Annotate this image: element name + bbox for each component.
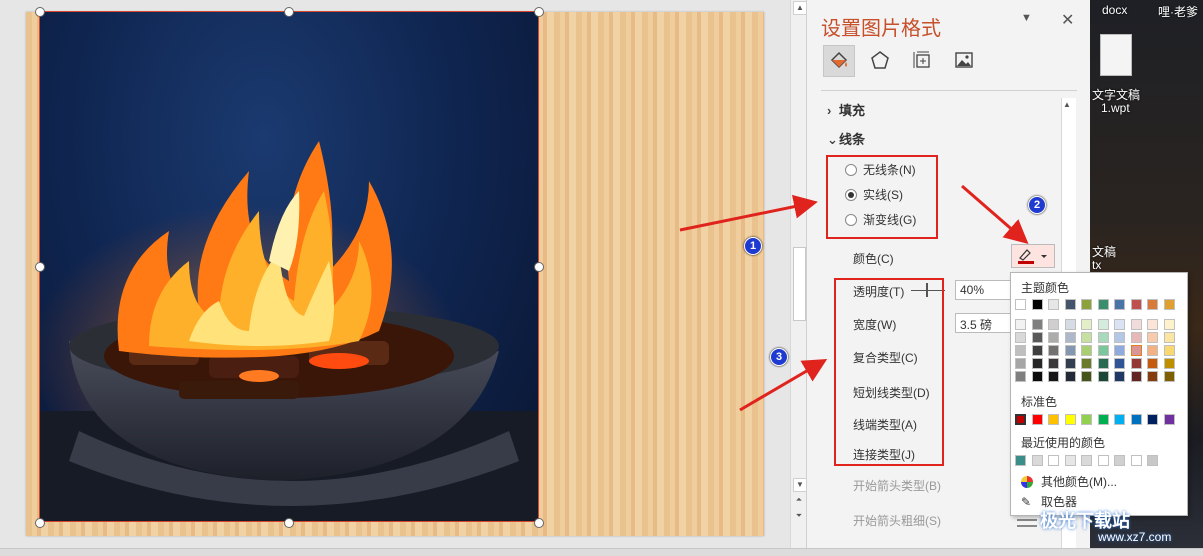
arrow-to-line-properties [739, 358, 828, 412]
theme-shade-swatch[interactable] [1097, 358, 1109, 369]
recent-color-swatch[interactable] [1031, 455, 1043, 466]
theme-shade-swatch[interactable] [1031, 371, 1043, 382]
theme-shade-swatch[interactable] [1097, 319, 1109, 330]
theme-shade-swatch[interactable] [1064, 332, 1076, 343]
desktop-file-label: 1.wpt [1101, 101, 1130, 115]
standard-color-swatch[interactable] [1064, 414, 1076, 425]
theme-shade-swatch[interactable] [1081, 345, 1092, 356]
theme-shade-swatch[interactable] [1147, 345, 1158, 356]
recent-color-swatch[interactable] [1048, 455, 1059, 466]
theme-shade-swatch[interactable] [1097, 371, 1109, 382]
theme-shade-swatch[interactable] [1064, 358, 1076, 369]
theme-shade-swatch[interactable] [1130, 332, 1142, 343]
desktop-label-docx: docx [1102, 3, 1128, 17]
theme-shade-swatch[interactable] [1114, 332, 1125, 343]
theme-shade-swatch[interactable] [1015, 371, 1026, 382]
theme-shade-swatch[interactable] [1097, 345, 1109, 356]
recent-color-swatch[interactable] [1015, 455, 1026, 466]
theme-shade-swatch[interactable] [1031, 332, 1043, 343]
theme-color-swatch[interactable] [1064, 299, 1076, 310]
recent-color-swatch[interactable] [1064, 455, 1076, 466]
color-wheel-icon [1021, 475, 1033, 488]
more-colors-item[interactable]: 其他颜色(M)... [1021, 473, 1117, 490]
theme-color-swatch[interactable] [1031, 299, 1043, 310]
theme-color-swatch[interactable] [1147, 299, 1158, 310]
standard-color-swatch[interactable] [1163, 414, 1175, 425]
theme-shade-swatch[interactable] [1163, 371, 1175, 382]
standard-colors-title: 标准色 [1021, 395, 1058, 409]
recent-colors-title: 最近使用的颜色 [1021, 436, 1106, 450]
recent-color-swatch[interactable] [1147, 455, 1158, 466]
theme-shade-swatch[interactable] [1064, 371, 1076, 382]
theme-shade-swatch[interactable] [1147, 358, 1158, 369]
theme-shade-swatch[interactable] [1114, 371, 1125, 382]
theme-color-swatch[interactable] [1015, 299, 1026, 310]
theme-shade-swatch[interactable] [1015, 358, 1026, 369]
theme-shade-swatch[interactable] [1114, 345, 1125, 356]
standard-color-swatch[interactable] [1015, 414, 1026, 425]
arrow-to-color-button [961, 184, 1029, 244]
step-badge-2: 2 [1028, 196, 1046, 214]
theme-shade-swatch[interactable] [1031, 358, 1043, 369]
step-badge-3: 3 [770, 348, 788, 366]
theme-shade-swatch[interactable] [1081, 319, 1092, 330]
theme-shade-swatch[interactable] [1163, 332, 1175, 343]
theme-color-swatch[interactable] [1081, 299, 1092, 310]
theme-shade-swatch[interactable] [1147, 371, 1158, 382]
theme-shade-swatch[interactable] [1130, 371, 1142, 382]
theme-shade-swatch[interactable] [1114, 358, 1125, 369]
theme-shade-swatch[interactable] [1015, 332, 1026, 343]
recent-color-swatch[interactable] [1081, 455, 1092, 466]
color-picker-popup: 主题颜色 标准色 最近使用的颜色 其他颜色(M)... ✎ 取色器 [1010, 272, 1188, 516]
theme-shade-swatch[interactable] [1048, 371, 1059, 382]
eyedropper-icon: ✎ [1021, 494, 1032, 509]
theme-shade-swatch[interactable] [1130, 319, 1142, 330]
document-file-icon[interactable] [1100, 34, 1132, 76]
theme-color-swatch[interactable] [1097, 299, 1109, 310]
standard-color-swatch[interactable] [1114, 414, 1125, 425]
recent-color-swatch[interactable] [1114, 455, 1125, 466]
theme-shade-swatch[interactable] [1031, 319, 1043, 330]
theme-shade-swatch[interactable] [1130, 358, 1142, 369]
theme-shade-swatch[interactable] [1048, 358, 1059, 369]
theme-shade-swatch[interactable] [1163, 319, 1175, 330]
theme-shade-swatch[interactable] [1147, 332, 1158, 343]
theme-shade-swatch[interactable] [1048, 319, 1059, 330]
recent-color-swatch[interactable] [1097, 455, 1109, 466]
standard-color-swatch[interactable] [1097, 414, 1109, 425]
theme-shade-swatch[interactable] [1031, 345, 1043, 356]
standard-color-swatch[interactable] [1031, 414, 1043, 425]
theme-shade-swatch[interactable] [1048, 345, 1059, 356]
theme-shade-swatch[interactable] [1097, 332, 1109, 343]
watermark-url: www.xz7.com [1098, 530, 1172, 544]
theme-shade-swatch[interactable] [1163, 345, 1175, 356]
theme-colors-title: 主题颜色 [1021, 281, 1070, 295]
theme-color-swatch[interactable] [1130, 299, 1142, 310]
theme-shade-swatch[interactable] [1064, 319, 1076, 330]
standard-color-swatch[interactable] [1048, 414, 1059, 425]
theme-shade-swatch[interactable] [1147, 319, 1158, 330]
desktop-file-label: tx [1092, 258, 1102, 272]
standard-color-swatch[interactable] [1130, 414, 1142, 425]
arrow-to-line-options [679, 194, 818, 232]
theme-color-swatch[interactable] [1048, 299, 1059, 310]
theme-shade-swatch[interactable] [1064, 345, 1076, 356]
theme-color-swatch[interactable] [1163, 299, 1175, 310]
step-badge-1: 1 [744, 237, 762, 255]
theme-shade-swatch[interactable] [1114, 319, 1125, 330]
theme-shade-swatch[interactable] [1130, 345, 1142, 356]
theme-shade-swatch[interactable] [1081, 371, 1092, 382]
theme-shade-swatch[interactable] [1081, 332, 1092, 343]
theme-shade-swatch[interactable] [1048, 332, 1059, 343]
theme-shade-swatch[interactable] [1015, 345, 1026, 356]
standard-color-swatch[interactable] [1081, 414, 1092, 425]
theme-shade-swatch[interactable] [1163, 358, 1175, 369]
theme-shade-swatch[interactable] [1015, 319, 1026, 330]
recent-color-swatch[interactable] [1130, 455, 1142, 466]
theme-color-swatch[interactable] [1114, 299, 1125, 310]
standard-color-swatch[interactable] [1147, 414, 1158, 425]
desktop-label-user: 哩·老爹 [1158, 5, 1198, 19]
theme-shade-swatch[interactable] [1081, 358, 1092, 369]
